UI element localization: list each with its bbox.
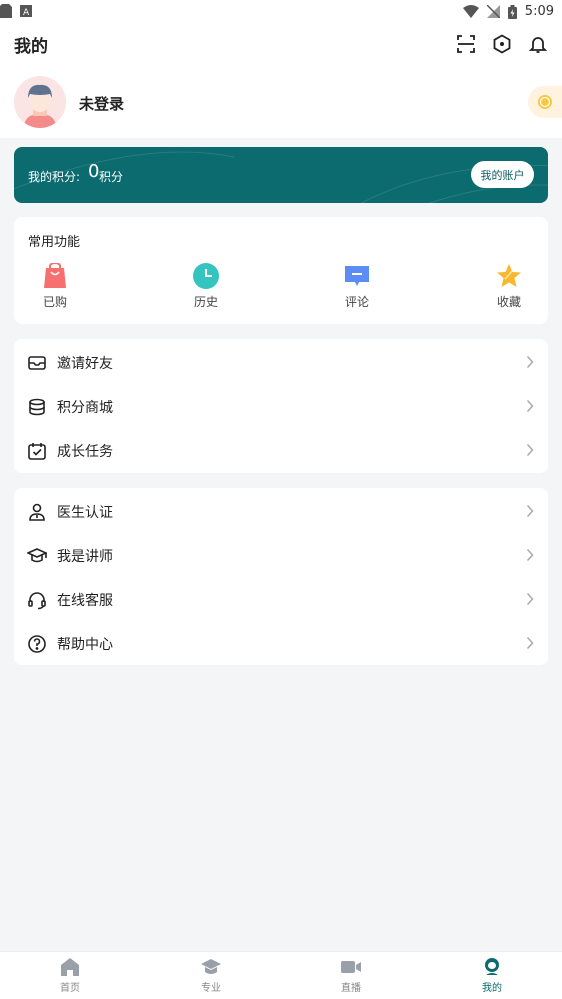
chevron-right-icon xyxy=(526,636,534,650)
menu-invite-friends[interactable]: 邀请好友 xyxy=(14,340,548,384)
tab-mine[interactable]: 我的 xyxy=(462,956,522,994)
shopping-bag-icon xyxy=(42,263,68,289)
tab-label: 我的 xyxy=(482,983,502,994)
function-label: 历史 xyxy=(193,295,218,309)
chevron-right-icon xyxy=(526,504,534,518)
calendar-check-icon xyxy=(28,443,46,460)
help-circle-icon xyxy=(28,635,46,653)
graduation-cap-icon xyxy=(27,548,47,563)
menu-label: 在线客服 xyxy=(57,593,113,609)
clock-icon xyxy=(193,263,219,289)
menu-growth-tasks[interactable]: 成长任务 xyxy=(14,428,548,472)
tab-label: 首页 xyxy=(60,983,80,994)
signal-icon xyxy=(486,5,500,18)
menu-label: 积分商城 xyxy=(57,400,113,416)
bottom-tab-bar: 首页 专业 直播 我的 xyxy=(0,951,562,999)
chevron-right-icon xyxy=(526,399,534,413)
menu-label: 我是讲师 xyxy=(57,549,113,565)
tab-label: 直播 xyxy=(341,983,361,994)
my-account-button[interactable]: 我的账户 xyxy=(471,161,534,188)
menu-become-lecturer[interactable]: 我是讲师 xyxy=(14,533,548,577)
tab-professional[interactable]: 专业 xyxy=(181,956,241,994)
clock-time: 5:09 xyxy=(524,4,554,19)
menu-label: 帮助中心 xyxy=(57,637,113,653)
sim-card-icon xyxy=(0,4,12,18)
app-a-icon: A xyxy=(20,5,32,17)
menu-label: 医生认证 xyxy=(57,505,113,521)
function-label: 已购 xyxy=(42,295,67,309)
avatar[interactable] xyxy=(14,76,66,128)
functions-title: 常用功能 xyxy=(28,235,81,250)
menu-online-support[interactable]: 在线客服 xyxy=(14,577,548,621)
star-icon xyxy=(496,263,522,289)
headset-icon xyxy=(28,592,46,610)
chevron-right-icon xyxy=(526,443,534,457)
comment-icon xyxy=(344,263,370,289)
tab-live[interactable]: 直播 xyxy=(321,956,381,994)
video-camera-icon xyxy=(340,956,362,978)
coin-button[interactable] xyxy=(528,86,562,118)
points-label: 我的积分: xyxy=(28,170,81,184)
menu-doctor-certification[interactable]: 医生认证 xyxy=(14,489,548,533)
points-card: 我的积分: 0 积分 我的账户 xyxy=(14,147,548,203)
function-label: 收藏 xyxy=(496,295,521,309)
menu-group-2: 医生认证 我是讲师 在线客服 帮助中心 xyxy=(14,488,548,665)
coins-stack-icon xyxy=(29,398,45,416)
doctor-icon xyxy=(29,503,45,521)
status-bar: A 5:09 xyxy=(0,0,562,24)
username[interactable]: 未登录 xyxy=(79,93,124,114)
menu-group-1: 邀请好友 积分商城 成长任务 xyxy=(14,339,548,473)
tab-label: 专业 xyxy=(201,983,221,994)
page-title: 我的 xyxy=(14,37,48,57)
points-value: 0 xyxy=(88,161,100,182)
user-icon xyxy=(481,956,503,978)
function-comments[interactable]: 评论 xyxy=(332,263,382,310)
chevron-right-icon xyxy=(526,548,534,562)
top-header: 我的 xyxy=(0,24,562,70)
wifi-icon xyxy=(462,5,479,18)
function-label: 评论 xyxy=(344,295,369,309)
profile-section: 未登录 xyxy=(0,70,562,138)
tab-home[interactable]: 首页 xyxy=(40,956,100,994)
battery-icon xyxy=(507,4,517,19)
menu-points-mall[interactable]: 积分商城 xyxy=(14,384,548,428)
svg-text:A: A xyxy=(23,8,30,17)
scan-icon[interactable] xyxy=(456,34,476,54)
function-purchased[interactable]: 已购 xyxy=(30,263,80,310)
function-favorites[interactable]: 收藏 xyxy=(484,263,534,310)
menu-help-center[interactable]: 帮助中心 xyxy=(14,621,548,665)
function-history[interactable]: 历史 xyxy=(181,263,231,310)
home-icon xyxy=(59,956,81,978)
settings-hexagon-icon[interactable] xyxy=(492,34,512,54)
menu-label: 成长任务 xyxy=(57,444,113,460)
common-functions-card: 常用功能 已购 历史 评论 收藏 xyxy=(14,217,548,324)
chevron-right-icon xyxy=(526,355,534,369)
points-unit: 积分 xyxy=(99,170,124,184)
invite-icon xyxy=(28,356,46,370)
menu-label: 邀请好友 xyxy=(57,356,113,372)
chevron-right-icon xyxy=(526,592,534,606)
graduation-cap-icon xyxy=(200,956,222,978)
coin-icon xyxy=(538,95,552,109)
bell-icon[interactable] xyxy=(528,34,548,54)
